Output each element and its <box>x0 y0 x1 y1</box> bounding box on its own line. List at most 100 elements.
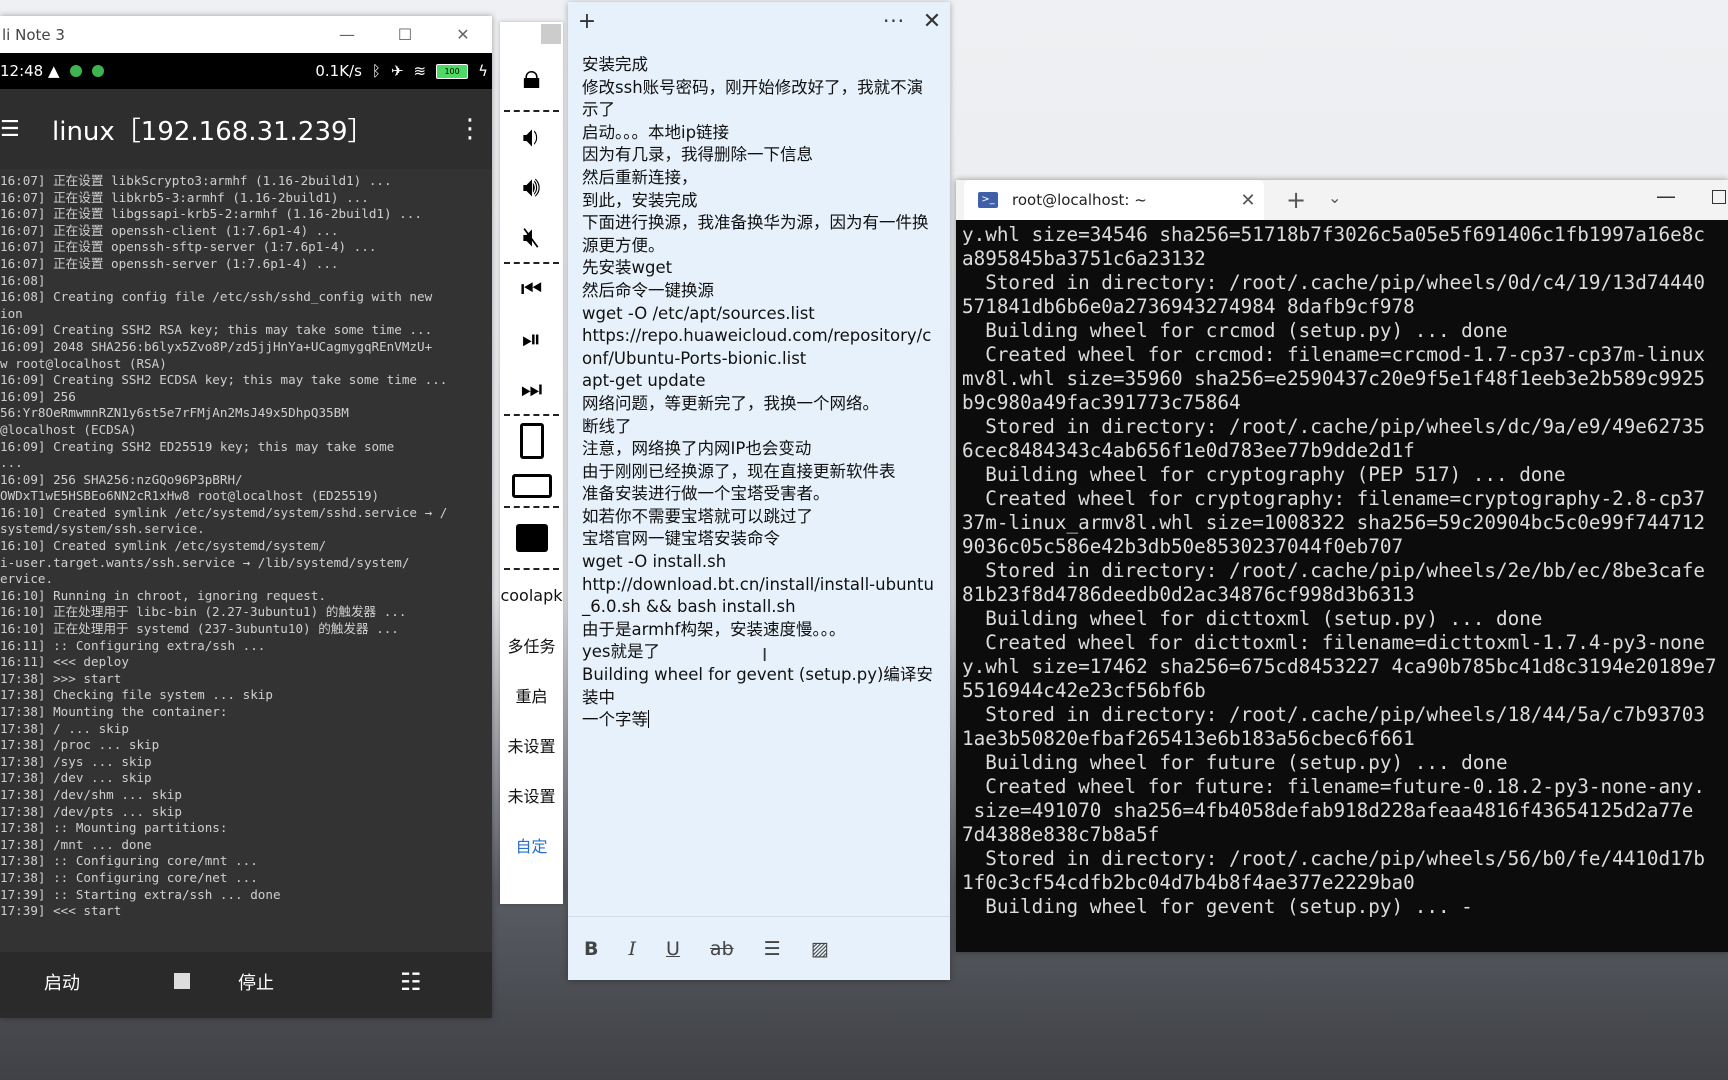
terminal-line: Stored in directory: /root/.cache/pip/wh… <box>962 559 1705 582</box>
volume-down-icon[interactable]: 🔉︎ <box>500 112 563 162</box>
note-line: 网络问题，等更新完了，我换一个网络。 <box>582 393 879 413</box>
lock-icon[interactable]: 🔒︎ <box>500 44 563 110</box>
new-note-icon[interactable]: + <box>568 9 606 34</box>
start-button[interactable]: 启动 <box>44 969 80 995</box>
italic-button[interactable]: I <box>628 938 636 960</box>
log-line: 17:38] :: Mounting partitions: <box>0 820 228 836</box>
landscape-icon[interactable] <box>500 466 563 506</box>
battery-icon: 100 <box>436 63 469 79</box>
log-line: i-user.target.wants/ssh.service → /lib/s… <box>0 554 410 570</box>
log-line: 16:08] <box>0 272 46 288</box>
phone-mirror-window: li Note 3 — ☐ ✕ 12:48 ▲ 0.1K/s ᛒ ✈ ≋ 100… <box>0 16 492 1018</box>
bold-button[interactable]: B <box>584 938 598 960</box>
terminal-output[interactable]: y.whl size=34546 sha256=51718b7f3026c5a0… <box>956 220 1728 943</box>
underline-button[interactable]: U <box>666 938 680 960</box>
log-line: 17:38] Checking file system ... skip <box>0 687 273 703</box>
log-line: 17:38] Mounting the container: <box>0 704 228 719</box>
list-icon[interactable]: ☰ <box>764 938 781 960</box>
log-line: 16:09] Creating SSH2 ED25519 key; this m… <box>0 438 395 454</box>
note-line: 然后重新连接， <box>582 167 698 187</box>
custom-button[interactable]: 自定 <box>500 820 563 870</box>
mute-icon[interactable]: 🔇︎ <box>500 212 563 262</box>
terminal-line: Stored in directory: /root/.cache/pip/wh… <box>962 271 1705 294</box>
terminal-line: y.whl size=34546 sha256=51718b7f3026c5a0… <box>962 223 1705 246</box>
next-track-icon[interactable]: ⏭ <box>500 364 563 414</box>
coolapk-button[interactable]: coolapk <box>500 570 563 620</box>
phone-window-titlebar[interactable]: li Note 3 — ☐ ✕ <box>0 16 492 53</box>
log-line: 17:38] /dev ... skip <box>0 770 152 786</box>
log-line: 17:39] :: Starting extra/ssh ... done <box>0 886 281 902</box>
terminal-window: >_ root@localhost: ~ ✕ + ⌄ — y.whl size=… <box>956 180 1728 952</box>
log-line: ervice. <box>0 571 54 587</box>
terminal-line: a895845ba3751c6a23132 <box>962 247 1206 270</box>
note-line: wget -O /etc/apt/sources.list <box>582 303 815 323</box>
log-line: 16:10] Created symlink /etc/systemd/syst… <box>0 504 448 520</box>
terminal-line: size=491070 sha256=4fb4058defab918d228af… <box>962 799 1694 822</box>
unset-button-1[interactable]: 未设置 <box>500 720 563 770</box>
multitask-button[interactable]: 多任务 <box>500 620 563 670</box>
close-button[interactable]: ✕ <box>434 16 492 53</box>
charging-icon: ϟ <box>478 62 488 80</box>
terminal-tab[interactable]: >_ root@localhost: ~ ✕ <box>964 180 1264 220</box>
bluetooth-icon: ᛒ <box>371 62 381 80</box>
log-line: ... <box>0 455 23 471</box>
terminal-line: Created wheel for cryptography: filename… <box>962 487 1705 510</box>
log-line: 16:11] <<< deploy <box>0 654 129 670</box>
terminal-line: 9036c05c586e42b3db50e8530237044f0eb707 <box>962 535 1404 558</box>
log-line: 16:07] 正在设置 libkrb5-3:armhf (1.16-2build… <box>0 189 369 205</box>
log-line: 16:10] 正在处理用于 libc-bin (2.27-3ubuntu1) 的… <box>0 604 407 620</box>
more-vert-icon[interactable]: ⋮ <box>448 114 492 144</box>
note-line: 因为有几录，我得删除一下信息 <box>582 145 813 165</box>
minimize-button[interactable]: — <box>1656 184 1676 208</box>
note-line: 宝塔官网一键宝塔安装命令 <box>582 529 780 549</box>
log-line: 16:08] Creating config file /etc/ssh/ssh… <box>0 289 433 305</box>
powershell-icon: >_ <box>978 192 998 208</box>
log-line: 16:09] 2048 SHA256:b6lyx5Zvo8P/zd5jjHnYa… <box>0 338 433 354</box>
terminal-line: 1f0c3cf54cdfb2bc04d7b4b8f4ae377e2229ba0 <box>962 871 1415 894</box>
new-tab-icon[interactable]: + <box>1286 186 1306 214</box>
chevron-down-icon[interactable]: ⌄ <box>1328 188 1341 207</box>
reboot-button[interactable]: 重启 <box>500 670 563 720</box>
play-pause-icon[interactable]: ⏯ <box>500 314 563 364</box>
phone-terminal-log: 16:07] 正在设置 libkScrypto3:armhf (1.16-2bu… <box>0 169 492 952</box>
notification-icon: ▲ <box>48 62 60 80</box>
note-titlebar[interactable]: + ··· ✕ <box>568 2 950 40</box>
app-status-icon-2 <box>91 65 104 77</box>
portrait-icon[interactable] <box>500 416 563 466</box>
note-line: http://download.bt.cn/install/install-ub… <box>582 574 934 617</box>
log-line: 16:07] 正在设置 openssh-server (1:7.6p1-4) .… <box>0 255 339 271</box>
settings-sliders-icon[interactable]: ☷ <box>400 968 422 996</box>
stop-square-icon[interactable] <box>174 973 190 989</box>
maximize-button[interactable] <box>1712 190 1726 204</box>
strikethrough-button[interactable]: ab <box>710 938 734 960</box>
status-time: 12:48 <box>0 62 44 80</box>
maximize-button[interactable]: ☐ <box>376 16 434 53</box>
volume-up-icon[interactable]: 🔊︎ <box>500 162 563 212</box>
previous-track-icon[interactable]: ⏮ <box>500 264 563 314</box>
log-line: 16:09] Creating SSH2 RSA key; this may t… <box>0 322 433 338</box>
terminal-line: 37m-linux_armv8l.whl size=1008322 sha256… <box>962 511 1705 534</box>
log-line: 16:07] 正在设置 openssh-sftp-server (1:7.6p1… <box>0 239 377 255</box>
log-line: 17:39] <<< start <box>0 903 122 919</box>
terminal-line: Building wheel for crcmod (setup.py) ...… <box>962 319 1508 342</box>
terminal-line: Building wheel for dicttoxml (setup.py) … <box>962 607 1543 630</box>
more-options-icon[interactable]: ··· <box>874 9 914 33</box>
screenshot-image-icon[interactable] <box>500 508 563 568</box>
wifi-icon: ≋ <box>413 62 427 80</box>
log-line: 17:38] :: Configuring core/net ... <box>0 869 258 885</box>
toolbar-handle[interactable] <box>541 24 561 44</box>
note-line: 下面进行换源，我准备换华为源，因为有一件换源更方便。 <box>582 213 929 255</box>
terminal-line: mv8l.whl size=35960 sha256=e2590437c20e9… <box>962 367 1705 390</box>
note-line: yes就是了 <box>582 642 661 662</box>
hamburger-menu-icon[interactable]: ☰ <box>0 117 34 142</box>
close-tab-icon[interactable]: ✕ <box>1232 190 1264 211</box>
minimize-button[interactable]: — <box>318 16 376 53</box>
terminal-line: y.whl size=17462 sha256=675cd8453227 4ca… <box>962 655 1717 678</box>
note-line: 断线了 <box>582 416 632 436</box>
note-text-area[interactable]: 安装完成 修改ssh账号密码，刚开始修改好了，我就不演示了 启动。。。本地ip链接因… <box>568 40 950 732</box>
stop-button[interactable]: 停止 <box>238 969 274 995</box>
terminal-line: Created wheel for crcmod: filename=crcmo… <box>962 343 1705 366</box>
insert-image-icon[interactable]: ▨ <box>811 938 829 960</box>
close-note-icon[interactable]: ✕ <box>914 9 950 34</box>
unset-button-2[interactable]: 未设置 <box>500 770 563 820</box>
